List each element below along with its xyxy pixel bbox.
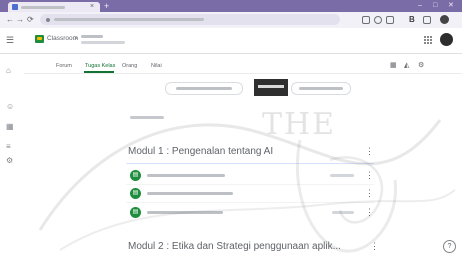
todo-list-icon[interactable]: ≡ xyxy=(6,142,11,152)
calendar-icon[interactable]: ▦ xyxy=(390,61,397,71)
tab-people[interactable]: Orang xyxy=(122,62,137,70)
tab-grades[interactable]: Nilai xyxy=(151,62,162,70)
calendar-button[interactable] xyxy=(291,82,351,95)
tab-classwork[interactable]: Tugas Kelas xyxy=(85,62,115,70)
topic-divider xyxy=(126,163,374,164)
list-item-title[interactable] xyxy=(147,174,225,177)
extension-icon[interactable] xyxy=(362,16,370,24)
thumbnail-logo xyxy=(258,85,284,88)
browser-tab-title xyxy=(21,5,65,9)
maximize-icon[interactable]: □ xyxy=(433,1,437,11)
topic-title[interactable]: Modul 2 : Etika dan Strategi penggunaan … xyxy=(128,240,341,253)
tabs-divider xyxy=(24,73,462,74)
material-icon: ▤ xyxy=(130,188,141,199)
topic-menu-icon[interactable]: ⋮ xyxy=(370,240,379,252)
class-section xyxy=(81,41,125,44)
google-apps-icon[interactable] xyxy=(424,36,432,44)
help-icon[interactable]: ? xyxy=(443,240,456,253)
url-text xyxy=(54,18,204,21)
bookmark-profile-icon[interactable]: B xyxy=(409,13,415,27)
material-icon: ▤ xyxy=(130,207,141,218)
drive-folder-icon[interactable]: ◭ xyxy=(404,61,409,71)
tab-close-icon[interactable]: × xyxy=(90,2,94,12)
reload-icon[interactable]: ⟳ xyxy=(27,13,34,27)
lock-icon xyxy=(46,17,50,22)
extensions-puzzle-icon[interactable] xyxy=(386,16,394,24)
breadcrumb-separator: > xyxy=(74,35,78,42)
button-label xyxy=(299,87,343,90)
list-item-title[interactable] xyxy=(147,192,233,195)
assignment-icon: ▤ xyxy=(130,170,141,181)
main-menu-icon[interactable]: ☰ xyxy=(6,34,14,46)
item-divider xyxy=(126,184,374,185)
user-avatar[interactable] xyxy=(440,33,453,46)
class-settings-icon[interactable]: ⚙ xyxy=(418,61,424,71)
watermark-text: THE xyxy=(262,107,337,142)
settings-icon[interactable]: ⚙ xyxy=(6,156,13,166)
calendar-icon[interactable]: ▦ xyxy=(6,122,14,132)
people-icon[interactable]: ☺ xyxy=(6,102,14,112)
item-menu-icon[interactable]: ⋮ xyxy=(365,187,374,199)
item-divider xyxy=(126,202,374,203)
class-name[interactable] xyxy=(81,35,103,38)
button-label xyxy=(176,87,232,90)
extension-icon[interactable] xyxy=(374,16,382,24)
list-item-title[interactable] xyxy=(147,211,223,214)
forward-icon[interactable]: → xyxy=(16,13,24,27)
browser-tab[interactable]: × xyxy=(8,2,100,12)
topic-menu-icon[interactable]: ⋮ xyxy=(365,145,374,157)
home-icon[interactable]: ⌂ xyxy=(6,66,11,76)
close-window-icon[interactable]: ✕ xyxy=(448,1,454,11)
new-tab-button[interactable]: + xyxy=(104,1,109,11)
list-item-date xyxy=(330,174,354,177)
topic-title[interactable]: Modul 1 : Pengenalan tentang AI xyxy=(128,145,273,158)
address-bar[interactable] xyxy=(40,14,340,25)
classroom-favicon-icon xyxy=(12,4,18,10)
browser-profile-avatar[interactable] xyxy=(440,15,449,24)
back-icon[interactable]: ← xyxy=(6,13,14,27)
minimize-icon[interactable]: – xyxy=(418,1,422,11)
view-your-work-button[interactable] xyxy=(165,82,243,95)
list-item-date xyxy=(332,211,354,214)
topic-filter-label[interactable] xyxy=(130,116,164,119)
sidepanel-icon[interactable] xyxy=(423,16,431,24)
item-menu-icon[interactable]: ⋮ xyxy=(365,206,374,218)
item-menu-icon[interactable]: ⋮ xyxy=(365,169,374,181)
classroom-logo-icon[interactable] xyxy=(35,35,44,43)
tab-stream[interactable]: Forum xyxy=(56,62,72,70)
